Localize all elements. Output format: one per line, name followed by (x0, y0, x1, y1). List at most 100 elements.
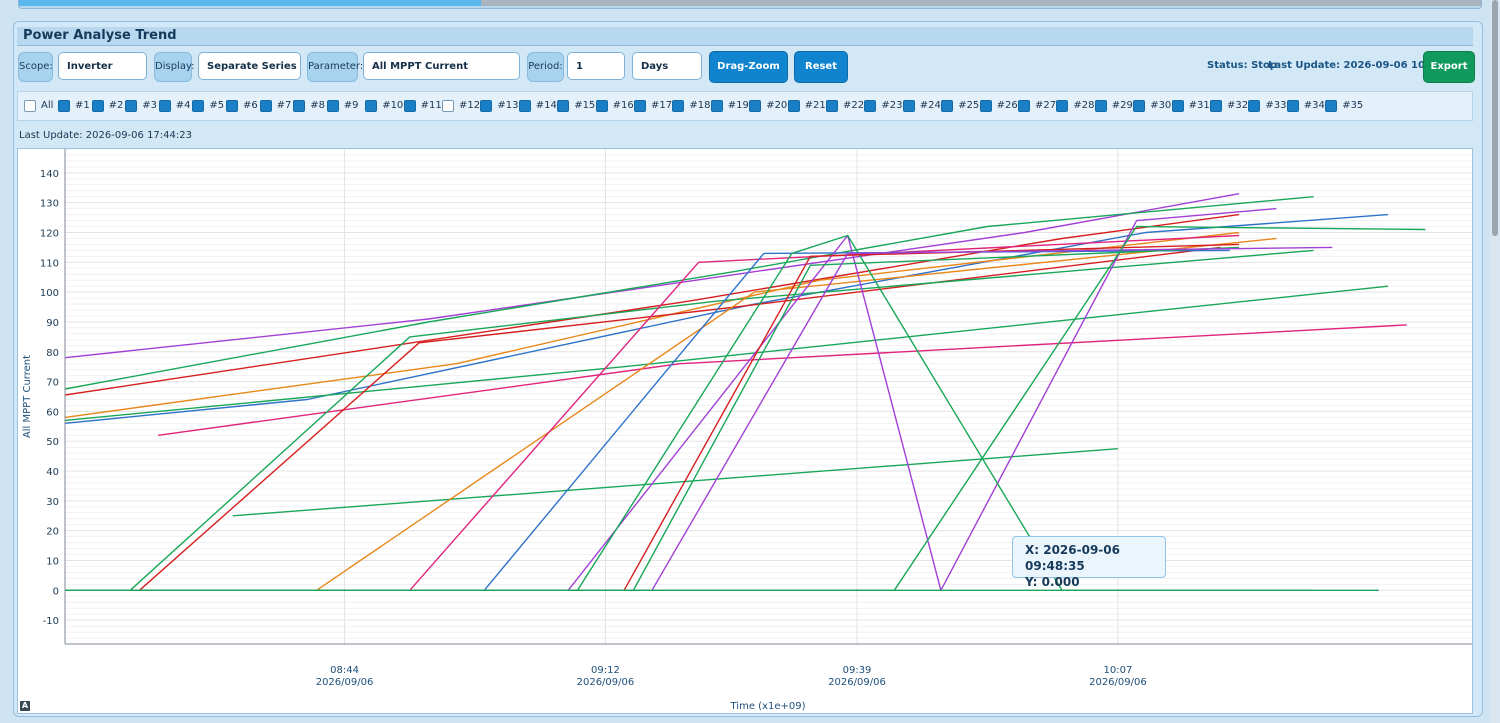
checkbox-17[interactable] (634, 100, 646, 112)
checkbox-23[interactable] (864, 100, 877, 112)
checkbox-12[interactable] (442, 100, 454, 112)
checkbox-2[interactable] (91, 100, 104, 112)
checkbox-1[interactable] (58, 100, 70, 112)
y-tick-label: 50 (46, 437, 59, 448)
checkbox-all[interactable] (24, 100, 36, 112)
checkbox-6[interactable] (226, 100, 238, 112)
checkbox-label: #13 (497, 100, 519, 111)
checkbox-label: #26 (996, 100, 1018, 111)
checkbox-label: #9 (343, 100, 359, 111)
checkbox-label: #29 (1111, 100, 1133, 111)
checkbox-label: #34 (1303, 100, 1325, 111)
toolbar: Scope: Inverter Display: Separate Series… (17, 49, 1475, 87)
checkbox-label: #7 (276, 100, 292, 111)
x-tick-date: 2026/09/06 (316, 677, 374, 688)
checkbox-label: #23 (881, 100, 903, 111)
checkbox-29[interactable] (1094, 100, 1107, 112)
checkbox-label: #2 (108, 100, 124, 111)
checkbox-label: #28 (1073, 100, 1095, 111)
checkbox-label: #31 (1188, 100, 1210, 111)
x-tick-time: 10:07 (1104, 665, 1133, 676)
tooltip-x: X: 2026-09-06 09:48:35 (1025, 543, 1120, 573)
trend-chart[interactable]: -10 0 10 20 30 40 50 60 70 80 90 100 110 120 130 140 08:… (18, 148, 1472, 713)
chart-area[interactable]: -10 0 10 20 30 40 50 60 70 80 90 100 110 120 130 140 08:… (17, 148, 1473, 714)
checkbox-label: #35 (1342, 100, 1364, 111)
checkbox-label: #15 (574, 100, 596, 111)
checkbox-9[interactable] (326, 100, 339, 112)
y-tick-label: 100 (40, 288, 59, 299)
checkbox-label: #3 (142, 100, 157, 111)
checkbox-27[interactable] (1018, 100, 1030, 112)
checkbox-25[interactable] (941, 100, 954, 112)
reset-button[interactable]: Reset (794, 51, 848, 83)
checkbox-28[interactable] (1056, 100, 1069, 112)
checkbox-label: #18 (689, 100, 711, 111)
x-tick-time: 09:12 (591, 665, 620, 676)
y-tick-label: 80 (46, 348, 59, 359)
checkbox-19[interactable] (710, 100, 723, 112)
y-tick-label: 90 (46, 318, 59, 329)
display-label: Display: (154, 52, 195, 82)
checkbox-31[interactable] (1171, 100, 1184, 112)
checkbox-label: #6 (243, 100, 258, 111)
checkbox-label: #24 (919, 100, 941, 111)
y-tick-label: 110 (40, 258, 59, 269)
checkbox-5[interactable] (192, 100, 205, 112)
checkbox-label: #25 (958, 100, 980, 111)
checkbox-label: #27 (1035, 100, 1057, 111)
x-tick-time: 09:39 (843, 665, 872, 676)
period-label: Period: (527, 52, 564, 82)
checkbox-11[interactable] (403, 100, 416, 112)
checkbox-35[interactable] (1325, 100, 1338, 112)
checkbox-26[interactable] (979, 100, 992, 112)
scrollbar-thumb[interactable] (1492, 0, 1498, 236)
checkbox-32[interactable] (1210, 100, 1222, 112)
series-line-6 (158, 324, 1407, 436)
y-tick-label: 60 (46, 407, 59, 418)
period-unit-select[interactable]: Days (632, 52, 702, 80)
x-tick-time: 08:44 (330, 665, 359, 676)
checkbox-34[interactable] (1286, 100, 1299, 112)
parameter-select[interactable]: All MPPT Current (363, 52, 520, 80)
grid (65, 148, 1472, 645)
hover-tooltip: X: 2026-09-06 09:48:35 Y: 0.000 (1012, 536, 1166, 589)
y-tick-label: 130 (40, 199, 59, 210)
checkbox-13[interactable] (480, 100, 493, 112)
checkbox-label: #11 (420, 100, 442, 111)
y-tick-label: 10 (46, 557, 59, 568)
y-tick-label: -10 (43, 616, 59, 627)
checkbox-33[interactable] (1248, 100, 1261, 112)
checkbox-18[interactable] (672, 100, 685, 112)
checkbox-4[interactable] (158, 100, 171, 112)
export-button[interactable]: Export (1423, 51, 1475, 83)
checkbox-15[interactable] (557, 100, 570, 112)
checkbox-22[interactable] (826, 100, 838, 112)
checkbox-7[interactable] (259, 100, 272, 112)
display-select[interactable]: Separate Series (198, 52, 301, 80)
scope-label: Scope: (18, 52, 53, 82)
checkbox-3[interactable] (125, 100, 138, 112)
checkbox-10[interactable] (365, 100, 378, 112)
axes: -10 0 10 20 30 40 50 60 70 80 90 100 110 120 130 140 08:… (22, 149, 1472, 712)
y-tick-label: 120 (40, 228, 59, 239)
series-line-1 (64, 193, 1240, 359)
checkbox-24[interactable] (902, 100, 915, 112)
scope-select[interactable]: Inverter (58, 52, 147, 80)
checkbox-label: #14 (535, 100, 557, 111)
drag-zoom-button[interactable]: Drag-Zoom (709, 51, 788, 83)
checkbox-21[interactable] (787, 100, 800, 112)
checkbox-16[interactable] (595, 100, 608, 112)
window-scrollbar[interactable] (1490, 0, 1500, 723)
x-tick-date: 2026/09/06 (1089, 677, 1147, 688)
panel-header: Power Analyse Trend (17, 27, 1473, 46)
tooltip-y: Y: 0.000 (1025, 575, 1080, 589)
panel-title: Power Analyse Trend (23, 28, 177, 43)
y-tick-label: 20 (46, 527, 59, 538)
checkbox-20[interactable] (749, 100, 762, 112)
checkbox-label: #16 (612, 100, 634, 111)
checkbox-8[interactable] (293, 100, 306, 112)
checkbox-label: #20 (766, 100, 788, 111)
checkbox-14[interactable] (518, 100, 531, 112)
checkbox-30[interactable] (1133, 100, 1146, 112)
period-input[interactable]: 1 (567, 52, 625, 80)
